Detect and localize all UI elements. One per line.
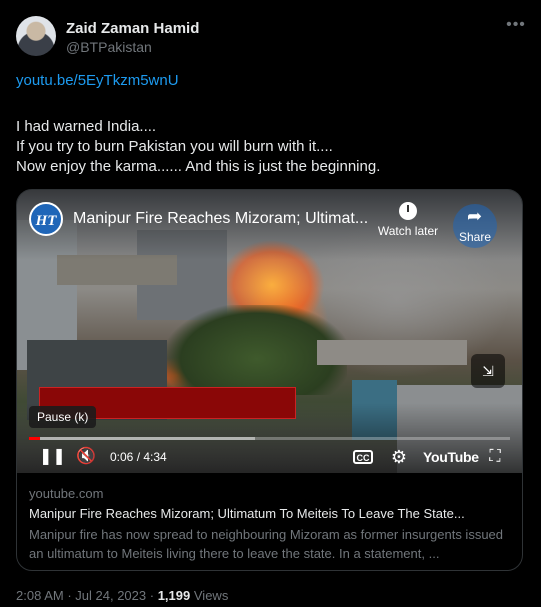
progress-bar[interactable] bbox=[29, 437, 510, 440]
card-description: Manipur fire has now spread to neighbour… bbox=[29, 527, 504, 561]
tweet-text-line: Now enjoy the karma...... And this is ju… bbox=[16, 158, 381, 175]
views-count: 1,199 bbox=[157, 588, 191, 603]
captions-button[interactable]: CC bbox=[353, 450, 373, 464]
channel-logo[interactable]: HT bbox=[29, 202, 63, 236]
card-domain: youtube.com bbox=[29, 486, 104, 501]
gear-icon[interactable]: ⚙ bbox=[389, 446, 409, 468]
watch-later-button[interactable]: Watch later bbox=[377, 202, 439, 238]
pause-tooltip: Pause (k) bbox=[29, 406, 97, 428]
share-label: Share bbox=[459, 230, 492, 244]
avatar[interactable] bbox=[16, 16, 56, 56]
buffered-bar bbox=[29, 437, 256, 440]
picture-in-picture-icon[interactable]: ⇲ bbox=[471, 354, 505, 388]
time-display: 0:06 / 4:34 bbox=[110, 450, 167, 464]
card-title[interactable]: Manipur Fire Reaches Mizoram; Ultimatum … bbox=[29, 506, 512, 525]
share-button[interactable]: ➦ Share bbox=[453, 204, 505, 248]
watch-later-label: Watch later bbox=[377, 224, 439, 238]
tweet-text-line: If you try to burn Pakistan you will bur… bbox=[16, 138, 333, 155]
fullscreen-icon[interactable]: ⛶ bbox=[485, 446, 505, 468]
link-preview-card[interactable]: HT Manipur Fire Reaches Mizoram; Ultimat… bbox=[16, 189, 523, 571]
video-player[interactable]: HT Manipur Fire Reaches Mizoram; Ultimat… bbox=[17, 190, 522, 473]
played-bar bbox=[29, 437, 40, 440]
tweet: Zaid Zaman Hamid @BTPakistan ••• youtu.b… bbox=[0, 0, 541, 607]
youtube-logo[interactable]: YouTube bbox=[423, 446, 479, 468]
clock-icon bbox=[399, 202, 417, 220]
share-icon: ➦ bbox=[467, 206, 483, 226]
tweet-date[interactable]: Jul 24, 2023 bbox=[75, 588, 146, 603]
author-handle[interactable]: @BTPakistan bbox=[66, 39, 152, 55]
more-icon[interactable]: ••• bbox=[505, 16, 527, 38]
card-meta: youtube.com Manipur Fire Reaches Mizoram… bbox=[29, 486, 512, 563]
muted-speaker-icon[interactable]: 🔇 bbox=[75, 446, 97, 468]
tweet-text-line: I had warned India.... bbox=[16, 118, 157, 135]
pause-icon[interactable]: ❚❚ bbox=[39, 446, 66, 468]
tweet-footer: 2:08 AM · Jul 24, 2023 · 1,199 Views bbox=[16, 588, 228, 603]
tweet-link[interactable]: youtu.be/5EyTkzm5wnU bbox=[16, 72, 179, 89]
separator: · bbox=[149, 588, 158, 603]
author-name[interactable]: Zaid Zaman Hamid bbox=[66, 20, 199, 37]
video-scene bbox=[317, 340, 467, 365]
tweet-time[interactable]: 2:08 AM bbox=[16, 588, 64, 603]
tweet-text: I had warned India.... If you try to bur… bbox=[16, 117, 521, 177]
video-title[interactable]: Manipur Fire Reaches Mizoram; Ultimat... bbox=[73, 210, 368, 228]
views-label: Views bbox=[193, 588, 229, 603]
